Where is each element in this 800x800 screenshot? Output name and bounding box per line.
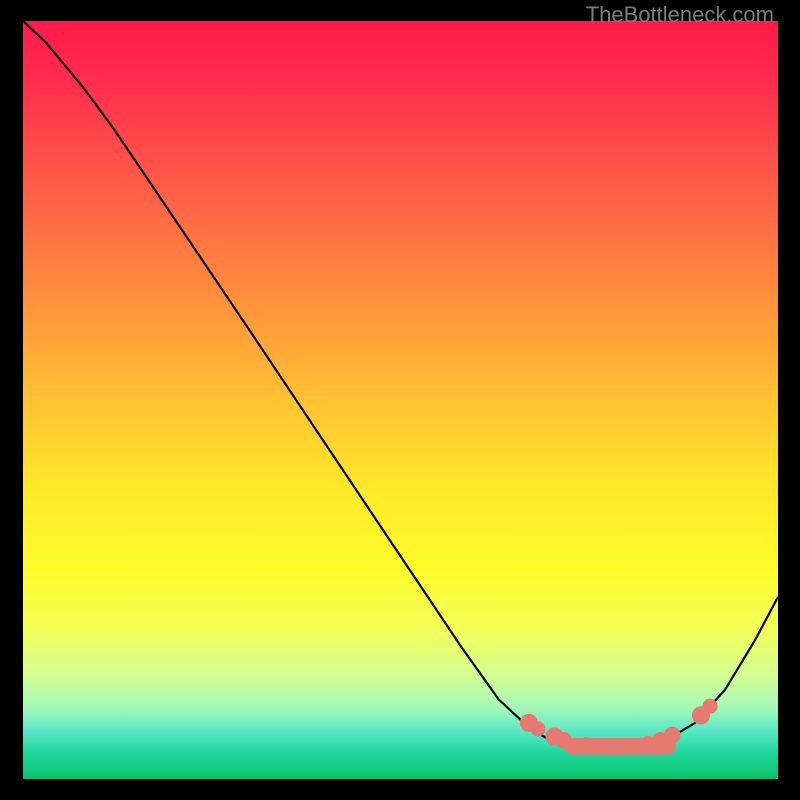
chart-frame [23,21,778,779]
bottleneck-curve-plot [23,21,778,779]
data-marker [555,732,572,749]
data-marker [530,721,545,736]
data-marker [703,699,718,714]
watermark-text: TheBottleneck.com [586,2,774,28]
data-marker [579,737,594,752]
data-marker [595,740,610,755]
data-marker [664,727,681,744]
gradient-background [23,21,778,779]
